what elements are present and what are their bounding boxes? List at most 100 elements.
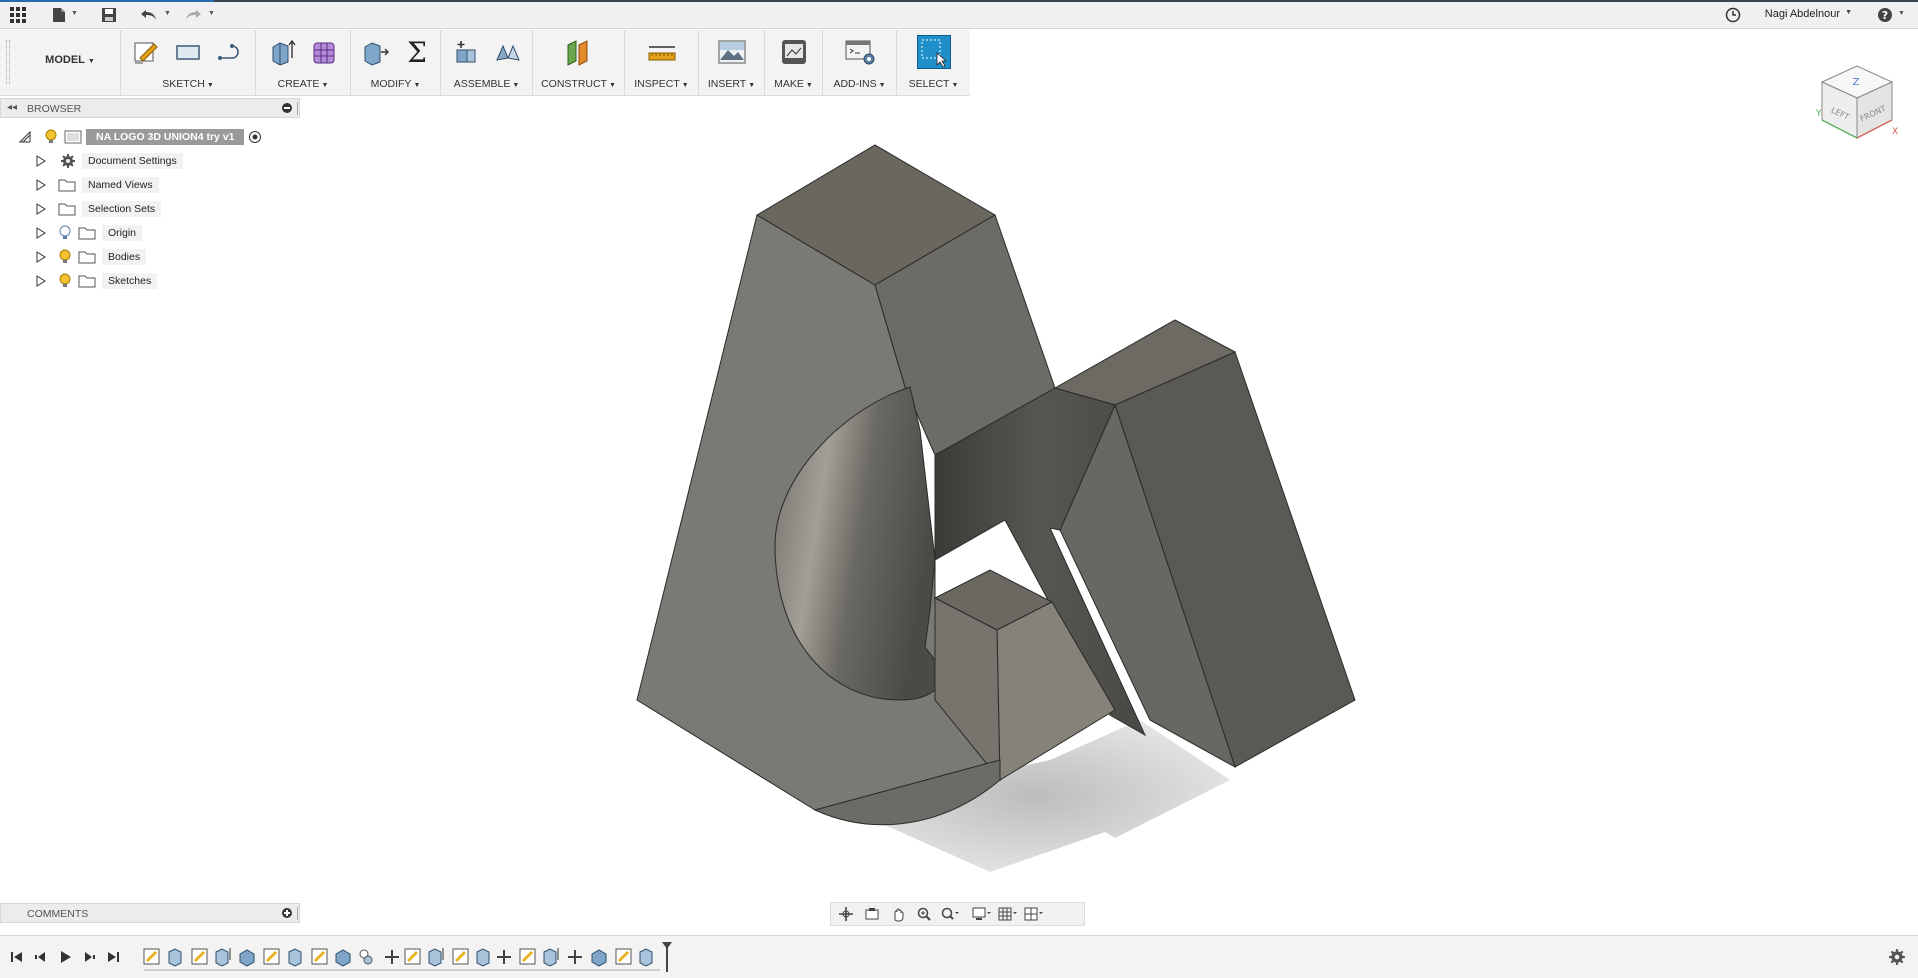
- modify-menu[interactable]: MODIFY ▼: [351, 78, 440, 90]
- comments-resize-handle[interactable]: [297, 907, 300, 920]
- create-menu[interactable]: CREATE ▼: [256, 78, 350, 90]
- timeline-feature[interactable]: [143, 948, 160, 965]
- 3d-print-icon[interactable]: [777, 35, 811, 69]
- timeline-feature[interactable]: [311, 948, 328, 965]
- measure-icon[interactable]: [645, 35, 679, 69]
- pan-icon[interactable]: [887, 904, 909, 924]
- minimize-browser-button[interactable]: [282, 103, 292, 113]
- timeline-feature[interactable]: [568, 950, 582, 964]
- browser-title: BROWSER: [27, 103, 82, 115]
- assemble-group: ASSEMBLE ▼: [440, 30, 532, 96]
- file-icon[interactable]: [48, 4, 70, 26]
- press-pull-icon[interactable]: [358, 35, 392, 69]
- timeline-feature[interactable]: [476, 948, 490, 967]
- application-bar: ▼ ▼ ▼ Nagi Abdelnour ▼ ? ▼: [0, 0, 1918, 29]
- sketch-menu[interactable]: SKETCH ▼: [121, 78, 255, 90]
- timeline-feature[interactable]: [385, 950, 399, 964]
- viewcube[interactable]: Z LEFT FRONT Y X: [1812, 54, 1902, 144]
- joint-icon[interactable]: [491, 35, 525, 69]
- go-to-end-icon[interactable]: [104, 948, 122, 966]
- redo-history-caret[interactable]: ▼: [208, 10, 215, 17]
- insert-menu[interactable]: INSERT ▼: [699, 78, 764, 90]
- form-icon[interactable]: [307, 35, 341, 69]
- timeline-feature[interactable]: [335, 949, 351, 967]
- viewcube-z-axis: Z: [1853, 77, 1860, 88]
- timeline-feature[interactable]: [519, 948, 536, 965]
- timeline-bar: [0, 935, 1918, 978]
- canvas-viewport[interactable]: Z LEFT FRONT Y X: [0, 65, 1918, 896]
- new-component-icon[interactable]: [449, 35, 483, 69]
- make-menu[interactable]: MAKE ▼: [765, 78, 822, 90]
- user-name[interactable]: Nagi Abdelnour: [1765, 8, 1840, 20]
- timeline-feature[interactable]: [428, 948, 444, 967]
- select-menu[interactable]: SELECT ▼: [897, 78, 970, 90]
- create-sketch-icon[interactable]: [129, 35, 163, 69]
- fit-icon[interactable]: [939, 904, 961, 924]
- timeline-features[interactable]: [140, 946, 680, 972]
- timeline-feature[interactable]: [591, 949, 607, 967]
- construct-label: CONSTRUCT: [541, 78, 607, 90]
- save-icon[interactable]: [98, 4, 120, 26]
- extrude-icon[interactable]: [265, 35, 299, 69]
- timeline-feature[interactable]: [615, 948, 632, 965]
- timeline-feature[interactable]: [452, 948, 469, 965]
- timeline-feature[interactable]: [359, 949, 373, 965]
- help-menu-caret[interactable]: ▼: [1898, 10, 1905, 17]
- redo-icon[interactable]: [182, 4, 204, 26]
- 3d-model-view[interactable]: [0, 118, 1918, 896]
- select-icon[interactable]: [916, 35, 951, 69]
- scripts-icon[interactable]: [843, 35, 877, 69]
- assemble-menu[interactable]: ASSEMBLE ▼: [441, 78, 532, 90]
- grid-settings-icon[interactable]: [997, 904, 1019, 924]
- viewcube-x-axis: X: [1892, 127, 1898, 137]
- user-menu-caret[interactable]: ▼: [1845, 9, 1852, 16]
- offset-plane-icon[interactable]: [562, 35, 596, 69]
- timeline-feature[interactable]: [543, 948, 559, 967]
- step-forward-icon[interactable]: [80, 948, 98, 966]
- construct-menu[interactable]: CONSTRUCT ▼: [533, 78, 624, 90]
- timeline-feature[interactable]: [191, 948, 208, 965]
- orbit-icon[interactable]: [835, 904, 857, 924]
- step-back-icon[interactable]: [32, 948, 50, 966]
- timeline-feature[interactable]: [239, 949, 255, 967]
- timeline-feature[interactable]: [639, 948, 653, 967]
- browser-resize-handle[interactable]: [297, 102, 300, 115]
- viewports-icon[interactable]: [1023, 904, 1045, 924]
- gear-icon[interactable]: [1888, 948, 1906, 966]
- toolbar-grip[interactable]: [6, 40, 10, 84]
- file-menu-caret[interactable]: ▼: [71, 10, 78, 17]
- go-to-start-icon[interactable]: [8, 948, 26, 966]
- timeline-marker[interactable]: [662, 942, 672, 972]
- select-group: SELECT ▼: [896, 30, 970, 96]
- help-icon[interactable]: ?: [1874, 4, 1896, 26]
- line-icon[interactable]: [213, 35, 247, 69]
- timeline-feature[interactable]: [404, 948, 421, 965]
- play-icon[interactable]: [56, 948, 74, 966]
- add-comment-button[interactable]: [282, 908, 292, 918]
- workspace-switcher[interactable]: MODEL ▼: [22, 54, 118, 72]
- timeline-feature[interactable]: [497, 950, 511, 964]
- canvas-icon[interactable]: [715, 35, 749, 69]
- add-ins-label: ADD-INS: [833, 78, 877, 90]
- rectangle-icon[interactable]: [171, 35, 205, 69]
- undo-icon[interactable]: [138, 4, 160, 26]
- grid-icon[interactable]: [7, 4, 29, 26]
- timeline-feature[interactable]: [168, 948, 182, 967]
- insert-label: INSERT: [707, 78, 747, 90]
- undo-history-caret[interactable]: ▼: [164, 10, 171, 17]
- tab-strip-line: [214, 0, 1918, 2]
- timeline-feature[interactable]: [263, 948, 280, 965]
- timeline-feature[interactable]: [215, 948, 231, 967]
- display-settings-icon[interactable]: [971, 904, 993, 924]
- timeline-feature[interactable]: [288, 948, 302, 967]
- select-label: SELECT: [908, 78, 950, 90]
- look-at-icon[interactable]: [861, 904, 883, 924]
- zoom-icon[interactable]: [913, 904, 935, 924]
- inspect-menu[interactable]: INSPECT ▼: [625, 78, 698, 90]
- timeline-track[interactable]: [140, 946, 680, 972]
- parameters-icon[interactable]: Σ: [400, 35, 434, 69]
- clock-icon[interactable]: [1722, 4, 1744, 26]
- add-ins-menu[interactable]: ADD-INS ▼: [823, 78, 896, 90]
- svg-text:Σ: Σ: [407, 38, 427, 66]
- collapse-panel-icon[interactable]: ◂◂: [7, 102, 17, 113]
